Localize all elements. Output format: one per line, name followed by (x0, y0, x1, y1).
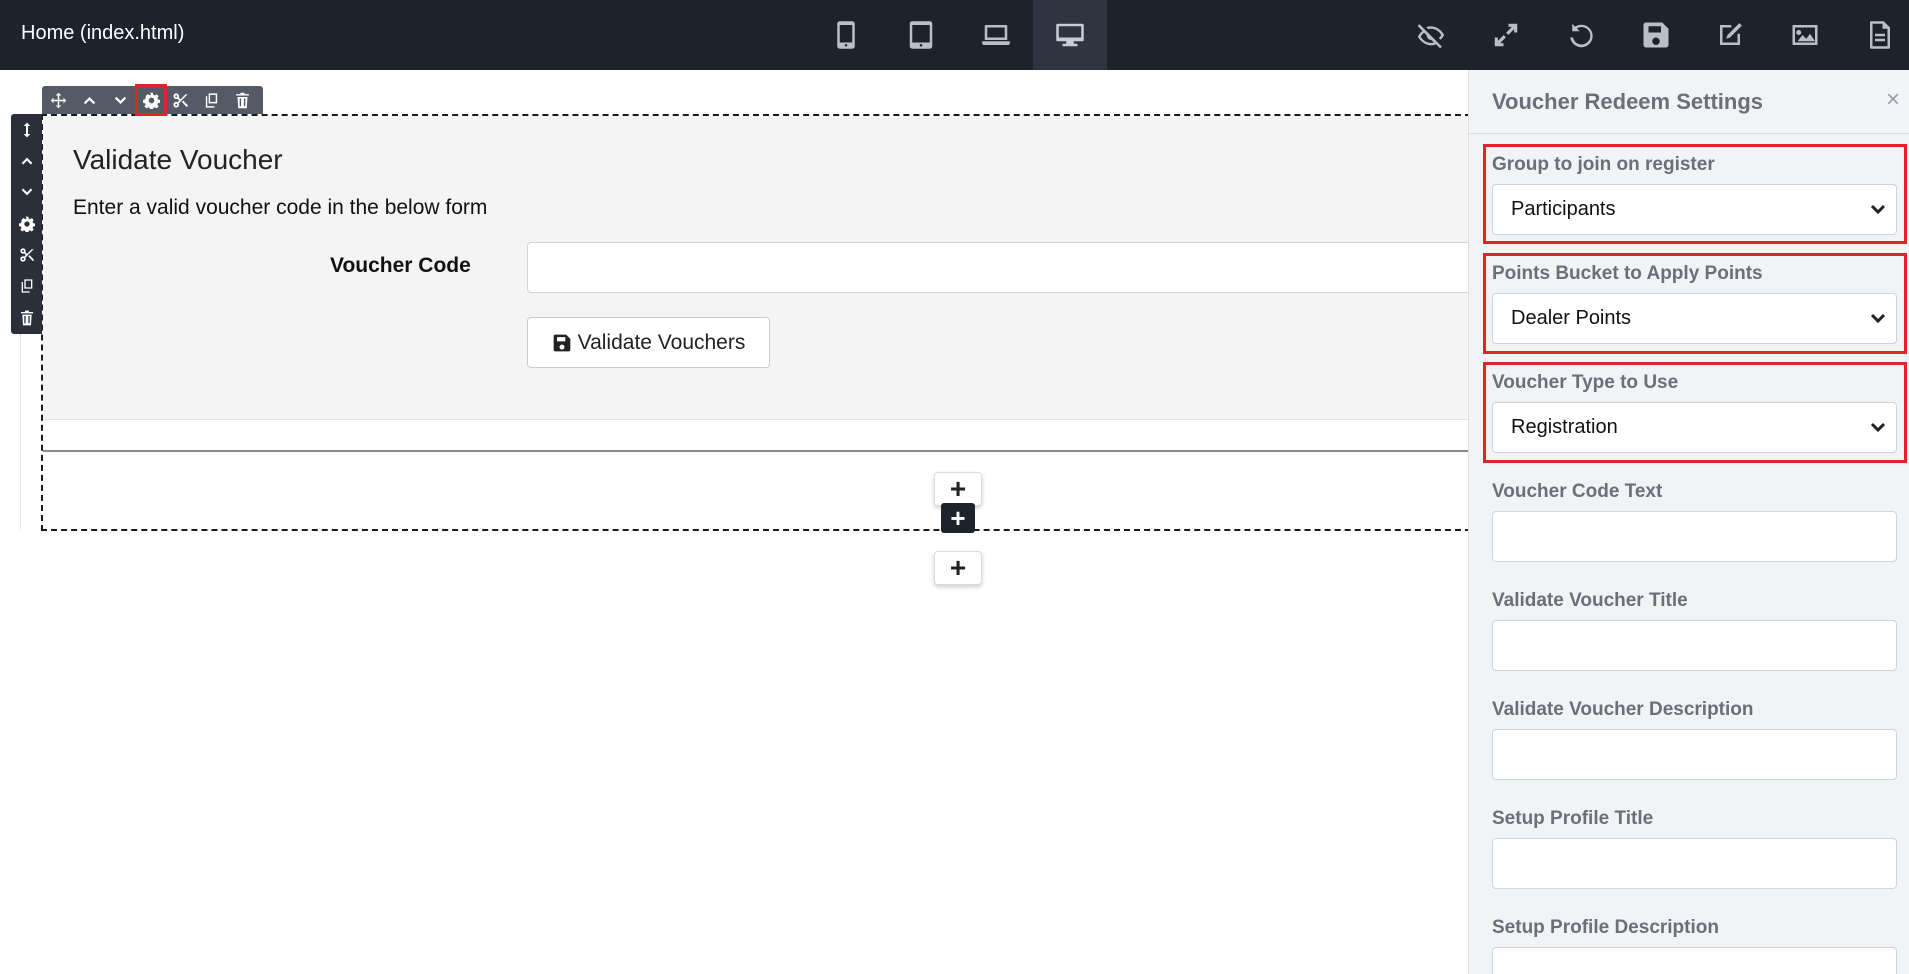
trash-icon (235, 92, 249, 108)
section-copy-button[interactable] (16, 275, 37, 296)
section-cut-button[interactable] (16, 244, 37, 265)
validate-vouchers-button[interactable]: Validate Vouchers (527, 317, 770, 368)
validate-title-input[interactable] (1492, 620, 1897, 671)
settings-panel: Voucher Redeem Settings × Group to join … (1468, 70, 1909, 974)
desktop-icon (1056, 23, 1084, 47)
cut-icon (19, 247, 34, 262)
media-button[interactable] (1768, 0, 1842, 70)
points-bucket-select[interactable]: Dealer Points (1492, 293, 1897, 344)
cut-button[interactable] (169, 89, 191, 111)
add-element-button[interactable]: + (934, 472, 982, 506)
voucher-code-label: Voucher Code (330, 254, 471, 277)
save-icon (553, 334, 570, 351)
add-section-below-button[interactable]: + (934, 551, 982, 585)
undo-button[interactable] (1544, 0, 1618, 70)
element-settings-button[interactable] (135, 84, 167, 116)
chevron-down-icon (21, 188, 32, 195)
move-icon (50, 92, 66, 108)
setup-profile-title-input[interactable] (1492, 838, 1897, 889)
voucher-type-select-value: Registration (1511, 416, 1618, 438)
group-select-value: Participants (1511, 198, 1616, 220)
resize-vertical-icon (23, 122, 30, 137)
copy-icon (21, 278, 32, 293)
top-bar: Home (index.html) (0, 0, 1909, 70)
mobile-icon (837, 21, 855, 49)
laptop-icon (982, 25, 1010, 45)
form-title: Validate Voucher (73, 144, 283, 175)
panel-title: Voucher Redeem Settings (1492, 89, 1763, 114)
element-toolbar (42, 84, 263, 116)
eye-slash-icon (1417, 24, 1445, 49)
chevron-down-icon (1870, 201, 1886, 217)
trash-icon (20, 310, 33, 325)
section-settings-button[interactable] (16, 213, 37, 234)
section-side-toolbar (11, 114, 42, 334)
move-up-button[interactable] (78, 89, 100, 111)
save-icon (1643, 22, 1669, 48)
section-down-button[interactable] (16, 181, 37, 202)
edit-icon (1720, 23, 1742, 45)
tablet-view-button[interactable] (884, 0, 958, 70)
panel-header: Voucher Redeem Settings × (1469, 70, 1909, 134)
expand-icon (1494, 23, 1518, 47)
setup-profile-title-label: Setup Profile Title (1492, 808, 1654, 829)
copy-button[interactable] (200, 89, 222, 111)
page-settings-button[interactable] (1843, 0, 1909, 70)
validate-title-label: Validate Voucher Title (1492, 590, 1688, 611)
voucher-code-input[interactable] (527, 242, 1487, 293)
move-down-button[interactable] (109, 89, 131, 111)
group-select[interactable]: Participants (1492, 184, 1897, 235)
gear-icon (142, 92, 160, 109)
chevron-up-icon (21, 157, 32, 164)
resize-button[interactable] (16, 119, 37, 140)
tablet-icon (909, 21, 933, 49)
desktop-view-button[interactable] (1033, 0, 1107, 70)
form-description: Enter a valid voucher code in the below … (73, 196, 488, 219)
outer-outline (20, 334, 21, 530)
group-label: Group to join on register (1492, 154, 1715, 175)
validate-description-label: Validate Voucher Description (1492, 699, 1754, 720)
file-icon (1870, 21, 1890, 49)
voucher-code-text-input[interactable] (1492, 511, 1897, 562)
page-name[interactable]: Home (index.html) (21, 0, 184, 70)
move-button[interactable] (47, 89, 69, 111)
close-icon[interactable]: × (1886, 86, 1900, 114)
voucher-type-label: Voucher Type to Use (1492, 372, 1679, 393)
add-section-button[interactable]: + (941, 503, 975, 533)
undo-icon (1570, 23, 1593, 48)
section-up-button[interactable] (16, 150, 37, 171)
edit-button[interactable] (1693, 0, 1767, 70)
voucher-code-text-label: Voucher Code Text (1492, 481, 1663, 502)
setup-profile-description-label: Setup Profile Description (1492, 917, 1719, 938)
cut-icon (172, 92, 188, 108)
mobile-view-button[interactable] (809, 0, 883, 70)
section-delete-button[interactable] (16, 307, 37, 328)
points-bucket-select-value: Dealer Points (1511, 307, 1632, 329)
divider-line (43, 450, 1468, 452)
setup-profile-description-input[interactable] (1492, 947, 1897, 974)
chevron-down-icon (1870, 419, 1886, 435)
delete-button[interactable] (231, 89, 253, 111)
validate-description-input[interactable] (1492, 729, 1897, 780)
image-icon (1792, 25, 1818, 45)
points-bucket-label: Points Bucket to Apply Points (1492, 263, 1763, 284)
validate-vouchers-label: Validate Vouchers (577, 330, 746, 354)
gear-icon (18, 216, 35, 232)
voucher-type-select[interactable]: Registration (1492, 402, 1897, 453)
preview-toggle-button[interactable] (1394, 0, 1468, 70)
laptop-view-button[interactable] (959, 0, 1033, 70)
chevron-down-icon (114, 96, 126, 104)
chevron-up-icon (83, 96, 95, 104)
copy-icon (205, 92, 217, 108)
fullscreen-button[interactable] (1469, 0, 1543, 70)
save-page-button[interactable] (1619, 0, 1693, 70)
chevron-down-icon (1870, 310, 1886, 326)
